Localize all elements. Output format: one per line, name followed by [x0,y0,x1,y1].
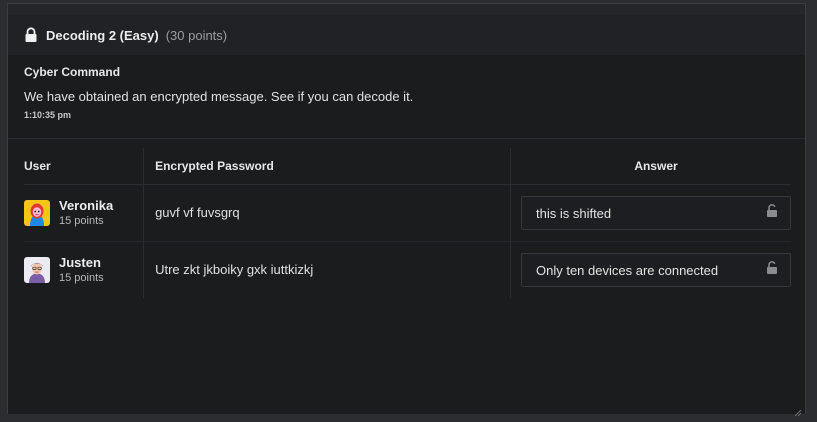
message-text: We have obtained an encrypted message. S… [24,89,414,104]
user-cell: Veronika 15 points [24,198,143,228]
table-header-row: User Encrypted Password Answer [24,148,791,185]
message-block: Cyber Command We have obtained an encryp… [24,64,789,121]
divider [8,138,805,139]
resize-handle-icon[interactable] [794,404,802,417]
table-row: Veronika 15 points guvf vf fuvsgrq this … [24,184,791,242]
avatar[interactable] [24,200,50,226]
message-time: 1:10:35 pm [24,110,72,120]
encrypted-password: Utre zkt jkboiky gxk iuttkizkj [155,262,314,277]
unlock-icon[interactable] [766,261,778,279]
message-sender: Cyber Command [24,65,121,79]
user-name[interactable]: Veronika [59,198,113,214]
table-row: Justen 15 points Utre zkt jkboiky gxk iu… [24,241,791,298]
user-points: 15 points [59,272,104,284]
user-points: 15 points [59,215,104,227]
header-encrypted-password: Encrypted Password [143,148,511,185]
avatar[interactable] [24,257,50,283]
unlock-icon[interactable] [766,204,778,222]
user-name[interactable]: Justen [59,255,104,271]
header-user: User [24,148,144,185]
header-answer: Answer [510,148,791,185]
answer-text: this is shifted [536,205,612,221]
user-cell: Justen 15 points [24,255,143,285]
lock-icon [24,27,38,43]
answers-table: User Encrypted Password Answer Veronika … [24,148,791,298]
top-strip [8,4,805,15]
encrypted-password: guvf vf fuvsgrq [155,205,240,220]
answer-field[interactable]: Only ten devices are connected [521,253,791,287]
answer-text: Only ten devices are connected [536,262,719,278]
answer-field[interactable]: this is shifted [521,196,791,230]
challenge-points: (30 points) [165,27,228,43]
challenge-header: Decoding 2 (Easy) (30 points) [8,15,805,55]
challenge-title: Decoding 2 (Easy) [46,27,159,43]
challenge-panel: Decoding 2 (Easy) (30 points) Cyber Comm… [7,3,806,417]
